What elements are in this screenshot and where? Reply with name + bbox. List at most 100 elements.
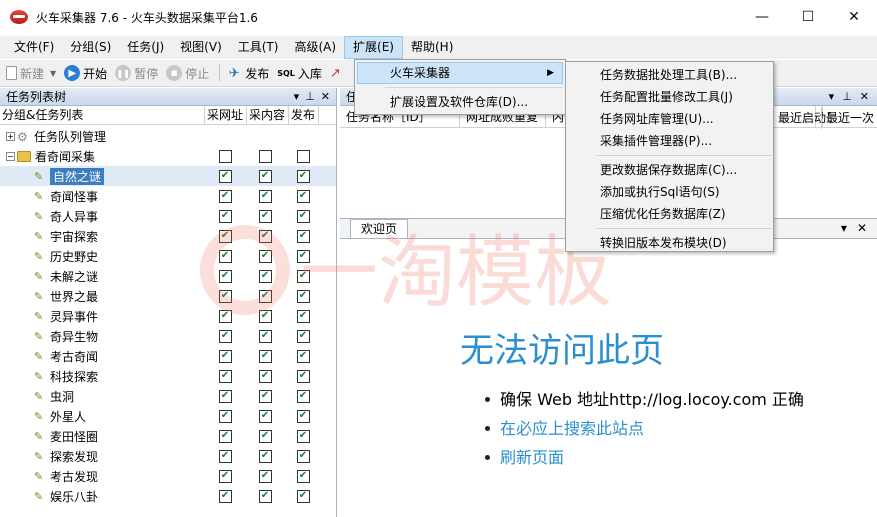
col-last-run[interactable]: 最近一次 [821, 107, 877, 129]
close-button[interactable]: ✕ [831, 0, 877, 34]
task-row[interactable]: ✎ 未解之谜 ✔ ✔ ✔ [0, 266, 336, 286]
publish-checkbox[interactable]: ✔ [296, 209, 310, 223]
content-checkbox[interactable]: ✔ [258, 269, 272, 283]
task-row[interactable]: ✎ 娱乐八卦 ✔ ✔ ✔ [0, 486, 336, 506]
dropdown-arrow-icon[interactable]: ▾ [829, 90, 835, 103]
submenu-plugin-manager[interactable]: 采集插件管理器(P)... [566, 130, 773, 152]
tree-node-group[interactable]: − 看奇闻采集 [0, 146, 336, 166]
publish-checkbox[interactable]: ✔ [296, 289, 310, 303]
publish-button[interactable]: ✈ 发布 [226, 65, 269, 82]
content-checkbox[interactable]: ✔ [258, 429, 272, 443]
submenu-compress-database[interactable]: 压缩优化任务数据库(Z) [566, 203, 773, 225]
content-checkbox[interactable]: ✔ [258, 229, 272, 243]
expand-icon[interactable]: + [6, 131, 15, 141]
url-checkbox[interactable]: ✔ [218, 309, 232, 323]
pin-icon[interactable]: ⊥ [842, 90, 852, 103]
close-icon[interactable]: ✕ [321, 90, 330, 103]
task-row[interactable]: ✎ 外星人 ✔ ✔ ✔ [0, 406, 336, 426]
col-collect-url[interactable]: 采网址 [205, 106, 247, 124]
content-checkbox[interactable]: ✔ [258, 189, 272, 203]
publish-checkbox[interactable]: ✔ [296, 169, 310, 183]
task-row[interactable]: ✎ 麦田怪圈 ✔ ✔ ✔ [0, 426, 336, 446]
content-checkbox[interactable]: ✔ [258, 329, 272, 343]
publish-checkbox[interactable]: ✔ [296, 349, 310, 363]
url-checkbox[interactable]: ✔ [218, 189, 232, 203]
url-checkbox[interactable]: ✔ [218, 289, 232, 303]
task-row[interactable]: ✎ 宇宙探索 ✔ ✔ ✔ [0, 226, 336, 246]
dropdown-arrow-icon[interactable]: ▼ [50, 69, 56, 78]
publish-checkbox[interactable]: ✔ [296, 309, 310, 323]
task-row[interactable]: ✎ 奇异生物 ✔ ✔ ✔ [0, 326, 336, 346]
menu-tools[interactable]: 工具(T) [230, 36, 287, 59]
dropdown-arrow-icon[interactable]: ▾ [841, 221, 847, 235]
publish-checkbox[interactable]: ✔ [296, 429, 310, 443]
url-checkbox[interactable]: ✔ [218, 469, 232, 483]
url-checkbox[interactable]: ✔ [218, 409, 232, 423]
url-checkbox[interactable]: ✔ [218, 249, 232, 263]
publish-checkbox[interactable]: ✔ [296, 229, 310, 243]
publish-checkbox[interactable]: ✔ [296, 369, 310, 383]
publish-checkbox[interactable]: ✔ [296, 389, 310, 403]
suggestion-refresh-link[interactable]: 刷新页面 [485, 443, 804, 472]
url-checkbox[interactable]: ✔ [218, 269, 232, 283]
submenu-execute-sql[interactable]: 添加或执行Sql语句(S) [566, 181, 773, 203]
publish-checkbox[interactable]: ✔ [296, 329, 310, 343]
content-checkbox[interactable]: ✔ [258, 469, 272, 483]
menu-advanced[interactable]: 高级(A) [286, 36, 344, 59]
content-checkbox[interactable]: ✔ [258, 169, 272, 183]
url-checkbox[interactable]: ✔ [218, 489, 232, 503]
start-button[interactable]: ▶ 开始 [64, 65, 107, 82]
url-checkbox[interactable]: ✔ [218, 229, 232, 243]
search-link-text[interactable]: 在必应上搜索此站点 [500, 414, 644, 443]
task-row[interactable]: ✎ 奇闻怪事 ✔ ✔ ✔ [0, 186, 336, 206]
pause-button[interactable]: ❚❚ 暂停 [115, 65, 158, 82]
menu-view[interactable]: 视图(V) [172, 36, 230, 59]
minimize-button[interactable]: — [739, 0, 785, 34]
stop-button[interactable]: ■ 停止 [166, 65, 209, 82]
url-checkbox[interactable]: ✔ [218, 369, 232, 383]
url-checkbox[interactable]: ✔ [218, 209, 232, 223]
content-checkbox[interactable]: ✔ [258, 349, 272, 363]
menu-task[interactable]: 任务(J) [119, 36, 172, 59]
content-checkbox[interactable]: ✔ [258, 489, 272, 503]
task-row[interactable]: ✎ 自然之谜 ✔ ✔ ✔ [0, 166, 336, 186]
publish-checkbox[interactable]: ✔ [296, 189, 310, 203]
submenu-url-library[interactable]: 任务网址库管理(U)... [566, 108, 773, 130]
url-checkbox[interactable]: ✔ [218, 429, 232, 443]
content-checkbox[interactable]: ✔ [258, 249, 272, 263]
task-row[interactable]: ✎ 世界之最 ✔ ✔ ✔ [0, 286, 336, 306]
submenu-batch-config-tool[interactable]: 任务配置批量修改工具(J) [566, 86, 773, 108]
publish-checkbox[interactable]: ✔ [296, 249, 310, 263]
pin-icon[interactable]: ⊥ [305, 90, 315, 103]
publish-checkbox[interactable]: ✔ [296, 449, 310, 463]
col-publish[interactable]: 发布 [289, 106, 319, 124]
refresh-link-text[interactable]: 刷新页面 [500, 443, 564, 472]
content-checkbox[interactable]: ✔ [258, 389, 272, 403]
group-url-checkbox[interactable] [218, 149, 232, 163]
menu-help[interactable]: 帮助(H) [403, 36, 461, 59]
suggestion-search-link[interactable]: 在必应上搜索此站点 [485, 414, 804, 443]
submenu-change-database[interactable]: 更改数据保存数据库(C)... [566, 159, 773, 181]
content-checkbox[interactable]: ✔ [258, 409, 272, 423]
publish-checkbox[interactable]: ✔ [296, 489, 310, 503]
url-checkbox[interactable]: ✔ [218, 449, 232, 463]
task-row[interactable]: ✎ 奇人异事 ✔ ✔ ✔ [0, 206, 336, 226]
task-row[interactable]: ✎ 历史野史 ✔ ✔ ✔ [0, 246, 336, 266]
content-checkbox[interactable]: ✔ [258, 449, 272, 463]
url-checkbox[interactable]: ✔ [218, 389, 232, 403]
submenu-convert-publish-module[interactable]: 转换旧版本发布模块(D) [566, 232, 773, 254]
url-checkbox[interactable]: ✔ [218, 169, 232, 183]
content-checkbox[interactable]: ✔ [258, 309, 272, 323]
url-checkbox[interactable]: ✔ [218, 329, 232, 343]
collapse-icon[interactable]: − [6, 151, 15, 161]
publish-checkbox[interactable]: ✔ [296, 269, 310, 283]
task-row[interactable]: ✎ 灵异事件 ✔ ✔ ✔ [0, 306, 336, 326]
close-icon[interactable]: ✕ [857, 221, 867, 235]
publish-checkbox[interactable]: ✔ [296, 409, 310, 423]
dropdown-arrow-icon[interactable]: ▾ [294, 90, 300, 103]
task-row[interactable]: ✎ 探索发现 ✔ ✔ ✔ [0, 446, 336, 466]
task-row[interactable]: ✎ 考古发现 ✔ ✔ ✔ [0, 466, 336, 486]
col-task-list[interactable]: 分组&任务列表 [0, 106, 205, 124]
import-button[interactable]: SQL 入库 [277, 65, 322, 82]
url-checkbox[interactable]: ✔ [218, 349, 232, 363]
